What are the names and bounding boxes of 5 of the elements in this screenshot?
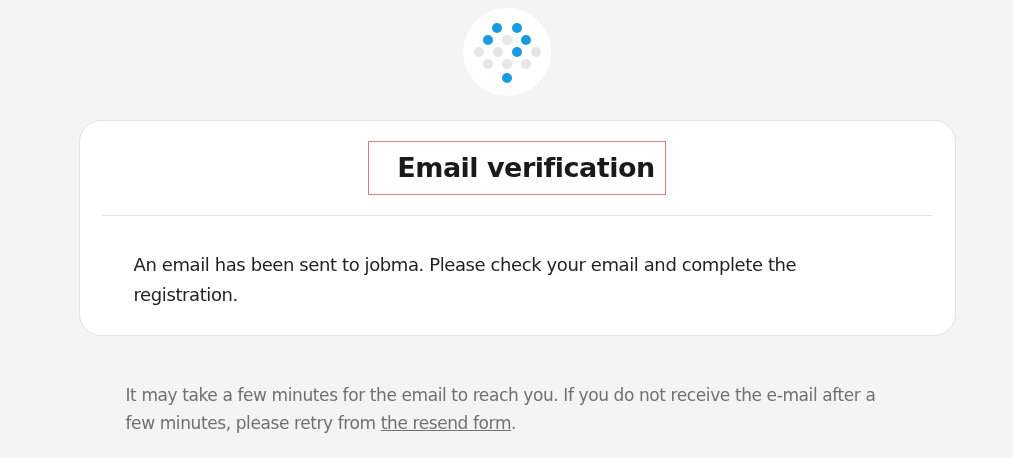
logo-icon <box>462 8 551 96</box>
note-text: It may take a few minutes for the email to reach you. If you do not receive the e-mail after a few minutes, please retry from the resend form. <box>125 384 876 435</box>
message-text: An email has been sent to jobma. Please check your email and complete the registration. <box>133 253 798 307</box>
page-title: Email verification <box>368 141 666 195</box>
resend-form-link[interactable]: the resend form <box>380 413 512 433</box>
